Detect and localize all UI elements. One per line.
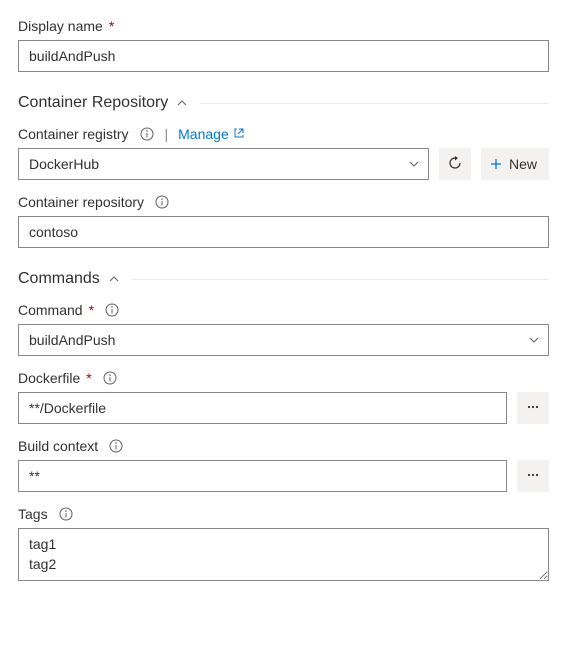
command-field: Command * buildAndPush	[18, 302, 549, 356]
info-icon[interactable]	[154, 194, 170, 210]
container-repository-label: Container repository	[18, 194, 144, 210]
display-name-input[interactable]	[18, 40, 549, 72]
section-title: Container Repository	[18, 94, 168, 112]
container-repository-input[interactable]	[18, 216, 549, 248]
info-icon[interactable]	[102, 370, 118, 386]
required-asterisk: *	[89, 302, 94, 318]
tags-label-row: Tags	[18, 506, 549, 522]
chevron-down-icon	[528, 334, 540, 346]
container-repository-label-row: Container repository	[18, 194, 549, 210]
new-button-label: New	[509, 156, 537, 172]
tags-field: Tags	[18, 506, 549, 584]
dockerfile-label: Dockerfile	[18, 370, 80, 386]
browse-button[interactable]	[517, 392, 549, 424]
manage-link-text: Manage	[178, 126, 229, 142]
refresh-icon	[447, 155, 463, 174]
command-dropdown[interactable]: buildAndPush	[18, 324, 549, 356]
manage-link[interactable]: Manage	[178, 126, 245, 142]
refresh-button[interactable]	[439, 148, 471, 180]
required-asterisk: *	[109, 18, 114, 34]
external-link-icon	[233, 126, 245, 142]
display-name-field: Display name *	[18, 18, 549, 72]
required-asterisk: *	[86, 370, 91, 386]
info-icon[interactable]	[108, 438, 124, 454]
info-icon[interactable]	[139, 126, 155, 142]
container-registry-label: Container registry	[18, 126, 129, 142]
info-icon[interactable]	[104, 302, 120, 318]
container-repository-field: Container repository	[18, 194, 549, 248]
section-title: Commands	[18, 270, 100, 288]
dockerfile-field: Dockerfile *	[18, 370, 549, 424]
chevron-down-icon	[408, 158, 420, 170]
container-registry-dropdown[interactable]: DockerHub	[18, 148, 429, 180]
ellipsis-icon	[526, 400, 540, 417]
chevron-up-icon	[176, 97, 188, 109]
new-button[interactable]: New	[481, 148, 549, 180]
section-divider	[132, 279, 549, 280]
build-context-label-row: Build context	[18, 438, 549, 454]
info-icon[interactable]	[58, 506, 74, 522]
section-divider	[200, 103, 549, 104]
tags-label: Tags	[18, 506, 48, 522]
pipe-separator: |	[165, 126, 169, 142]
dockerfile-input[interactable]	[18, 392, 507, 424]
command-label-row: Command *	[18, 302, 549, 318]
build-context-label: Build context	[18, 438, 98, 454]
container-registry-field: Container registry | Manage DockerHub	[18, 126, 549, 180]
browse-button[interactable]	[517, 460, 549, 492]
ellipsis-icon	[526, 468, 540, 485]
chevron-up-icon	[108, 273, 120, 285]
command-label: Command	[18, 302, 83, 318]
build-context-field: Build context	[18, 438, 549, 492]
dockerfile-controls	[18, 392, 549, 424]
container-registry-label-row: Container registry | Manage	[18, 126, 549, 142]
display-name-label-row: Display name *	[18, 18, 549, 34]
section-header-container-repository[interactable]: Container Repository	[18, 94, 549, 112]
section-header-commands[interactable]: Commands	[18, 270, 549, 288]
container-registry-value: DockerHub	[29, 156, 99, 172]
display-name-label: Display name	[18, 18, 103, 34]
tags-textarea[interactable]	[18, 528, 549, 581]
plus-icon	[489, 157, 503, 171]
build-context-input[interactable]	[18, 460, 507, 492]
build-context-controls	[18, 460, 549, 492]
dockerfile-label-row: Dockerfile *	[18, 370, 549, 386]
container-registry-controls: DockerHub New	[18, 148, 549, 180]
command-value: buildAndPush	[29, 332, 115, 348]
